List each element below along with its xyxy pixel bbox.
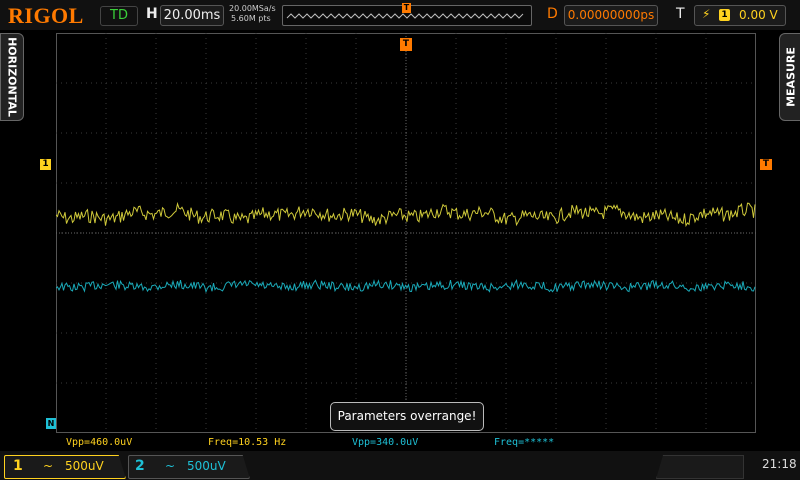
ch2-vpp-measurement: Vpp=340.0uV (352, 437, 419, 448)
horizontal-label: H (146, 6, 158, 22)
trigger-delay-display[interactable]: 0.00000000ps (564, 5, 658, 26)
trigger-position-top-marker[interactable]: T (400, 38, 412, 51)
delay-label: D (547, 6, 558, 22)
channel-1-scale: 500uV (65, 459, 104, 473)
channel-2-number: 2 (135, 458, 145, 474)
brand-logo: RIGOL (8, 3, 84, 28)
ac-coupling-icon: ~ (165, 459, 176, 473)
ch1-vpp-measurement: Vpp=460.0uV (66, 437, 133, 448)
timebase-display[interactable]: 20.00ms (160, 5, 224, 26)
status-panel (656, 455, 744, 479)
trigger-settings-display[interactable]: ⚡ 1 0.00 V (694, 5, 786, 26)
graticule-grid (56, 33, 756, 433)
channel-2-settings[interactable]: 2 ~ 500uV (128, 455, 250, 479)
waveform-display-area[interactable] (56, 33, 756, 433)
trigger-position-marker[interactable]: T (402, 3, 411, 13)
trigger-level-value: 0.00 V (739, 8, 778, 22)
horizontal-tab-label: HORIZONTAL (5, 37, 19, 117)
channel-2-scale: 500uV (187, 459, 226, 473)
measure-menu-tab[interactable]: MEASURE (779, 33, 800, 121)
sample-rate-readout: 20.00MSa/s (229, 4, 276, 13)
ac-coupling-icon: ~ (43, 459, 54, 473)
channel-2-offset-marker[interactable]: N (46, 418, 56, 429)
rising-edge-icon: ⚡ (702, 7, 711, 21)
horizontal-menu-tab[interactable]: HORIZONTAL (0, 33, 24, 121)
trigger-label: T (676, 6, 685, 22)
channel-1-number: 1 (13, 458, 23, 474)
trigger-level-marker[interactable]: T (760, 159, 772, 170)
trigger-source-badge: 1 (719, 9, 730, 21)
ch1-freq-measurement: Freq=10.53 Hz (208, 437, 287, 448)
system-clock: 21:18 (762, 457, 797, 471)
channel-1-settings[interactable]: 1 ~ 500uV (4, 455, 126, 479)
ch2-freq-measurement: Freq=***** (494, 437, 555, 448)
run-status-indicator[interactable]: TD (100, 6, 138, 26)
memory-depth-readout: 5.60M pts (231, 14, 271, 23)
channel-1-offset-marker[interactable]: 1 (40, 159, 51, 170)
channel-2-waveform (56, 279, 756, 294)
measure-tab-label: MEASURE (784, 47, 797, 107)
overrange-message-popup: Parameters overrange! (330, 402, 484, 431)
